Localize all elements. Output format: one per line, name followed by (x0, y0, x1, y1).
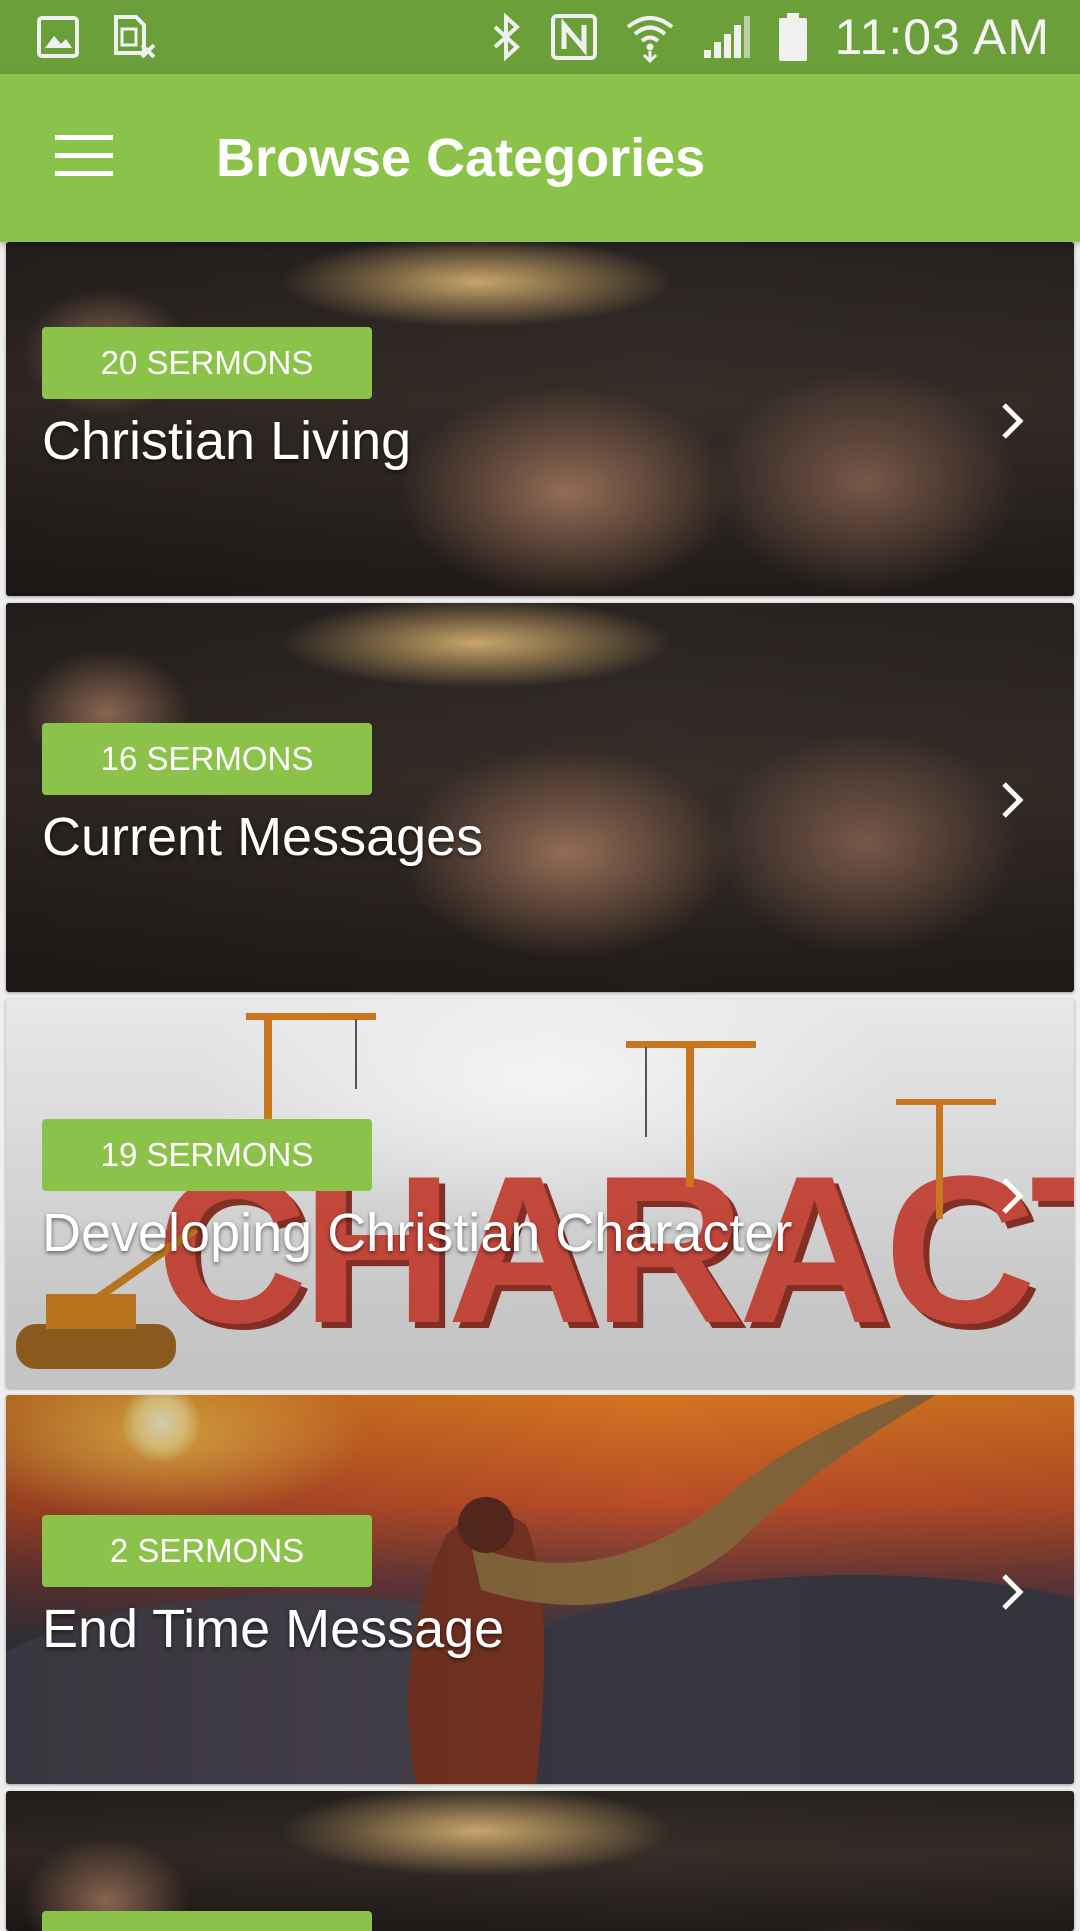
nfc-icon (550, 13, 598, 61)
category-card-developing-christian-character[interactable]: CHARACTER 19 SERMONS Developing (6, 999, 1074, 1388)
bluetooth-icon (490, 13, 524, 61)
sermon-count-badge: 16 SERMONS (42, 723, 372, 795)
wifi-icon (624, 11, 676, 63)
sermon-count-badge (42, 1911, 372, 1931)
category-title: Developing Christian Character (42, 1203, 793, 1263)
status-left-icons (36, 13, 188, 61)
category-title: Christian Living (42, 411, 412, 471)
sermon-count-badge: 20 SERMONS (42, 327, 372, 399)
image-icon (36, 15, 80, 59)
sim-card-x-icon (110, 13, 158, 61)
chevron-right-icon (990, 778, 1034, 822)
chevron-right-icon (990, 1570, 1034, 1614)
status-right-icons: 11:03 AM (464, 8, 1050, 66)
crane-graphic (896, 1099, 996, 1219)
hamburger-menu-icon (55, 134, 113, 182)
app-bar: Browse Categories (0, 74, 1080, 242)
category-title: Current Messages (42, 807, 484, 867)
chevron-right-icon (990, 399, 1034, 443)
category-card-end-time-message[interactable]: 2 SERMONS End Time Message (6, 1395, 1074, 1784)
category-card-current-messages[interactable]: 16 SERMONS Current Messages (6, 603, 1074, 992)
navigation-menu-button[interactable] (36, 110, 132, 206)
character-cranes-image: CHARACTER (6, 999, 1074, 1388)
sermon-count-badge: 19 SERMONS (42, 1119, 372, 1191)
status-bar: 11:03 AM (0, 0, 1080, 74)
chevron-right-icon (990, 1174, 1034, 1218)
category-card-christian-living[interactable]: 20 SERMONS Christian Living (6, 242, 1074, 596)
status-clock: 11:03 AM (834, 9, 1050, 65)
crane-graphic (626, 1041, 756, 1187)
category-card-partial[interactable] (6, 1791, 1074, 1931)
cellular-signal-icon (702, 14, 752, 60)
page-title: Browse Categories (216, 128, 706, 188)
sermon-count-badge: 2 SERMONS (42, 1515, 372, 1587)
battery-icon (778, 12, 808, 62)
category-title: End Time Message (42, 1599, 505, 1659)
